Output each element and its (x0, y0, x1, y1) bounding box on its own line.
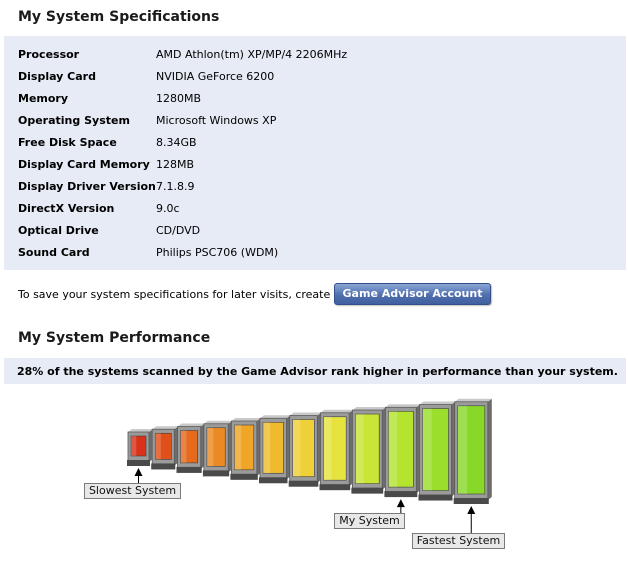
performance-tower (288, 412, 322, 487)
spec-value: CD/DVD (156, 224, 201, 237)
spec-value: 1280MB (156, 92, 202, 105)
fastest-system-label: Fastest System (412, 533, 505, 549)
spec-label: Sound Card (18, 246, 90, 259)
performance-tower (259, 415, 291, 484)
spec-value: Philips PSC706 (WDM) (156, 246, 279, 259)
performance-tower (202, 420, 233, 477)
spec-label: Optical Drive (18, 224, 99, 237)
spec-label: Display Driver Version (18, 180, 156, 193)
spec-label: Display Card (18, 70, 96, 83)
spec-label: Operating System (18, 114, 130, 127)
spec-value: 7.1.8.9 (156, 180, 195, 193)
specifications-title: My System Specifications (18, 9, 220, 25)
save-prompt-text: To save your system specifications for l… (18, 288, 366, 301)
performance-tower (351, 407, 387, 494)
spec-value: NVIDIA GeForce 6200 (156, 70, 275, 83)
slowest-system-label: Slowest System (84, 483, 181, 499)
spec-label: Memory (18, 92, 69, 105)
specifications-panel: Processor AMD Athlon(tm) XP/MP/4 2206MHz D… (4, 36, 626, 270)
performance-tower (319, 409, 354, 491)
fastest-system-marker-arrow (467, 506, 476, 514)
spec-label: Processor (18, 48, 80, 61)
spec-value: Microsoft Windows XP (156, 114, 277, 127)
rank-text: 28% of the systems scanned by the Game A… (17, 365, 618, 378)
performance-tower (453, 398, 492, 504)
my-system-marker-arrow (396, 499, 405, 508)
performance-tower (127, 429, 153, 466)
game-advisor-account-button[interactable]: Game Advisor Account (334, 283, 491, 305)
performance-title: My System Performance (18, 330, 211, 346)
spec-value: 128MB (156, 158, 195, 171)
performance-tower (176, 423, 205, 473)
spec-value: 9.0c (156, 202, 180, 215)
performance-tower (230, 418, 261, 480)
my-system-label: My System (334, 513, 405, 529)
slowest-system-marker-arrow (134, 468, 143, 476)
performance-tower (151, 426, 179, 470)
performance-tower (384, 404, 421, 498)
spec-value: 8.34GB (156, 136, 197, 149)
rank-panel: 28% of the systems scanned by the Game A… (4, 358, 626, 384)
spec-label: DirectX Version (18, 202, 115, 215)
performance-tower (418, 401, 456, 501)
spec-label: Display Card Memory (18, 158, 150, 171)
spec-value: AMD Athlon(tm) XP/MP/4 2206MHz (156, 48, 348, 61)
spec-label: Free Disk Space (18, 136, 117, 149)
